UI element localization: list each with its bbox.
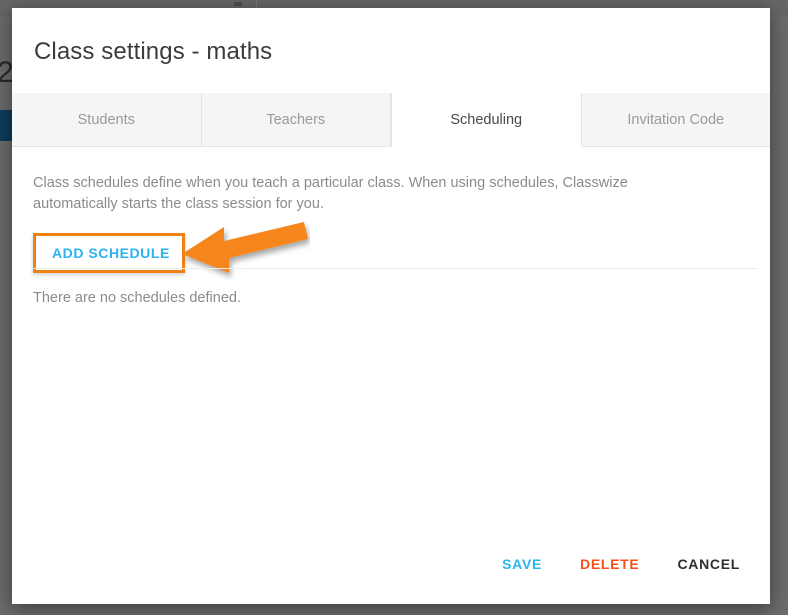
schedules-empty-state: There are no schedules defined. bbox=[33, 290, 241, 306]
cancel-button[interactable]: CANCEL bbox=[675, 552, 742, 576]
background-toolbar-mark bbox=[234, 2, 242, 6]
scheduling-description: Class schedules define when you teach a … bbox=[33, 175, 628, 212]
dialog-footer-actions: SAVE DELETE CANCEL bbox=[500, 552, 742, 576]
tab-students-label: Students bbox=[77, 111, 135, 128]
delete-button[interactable]: DELETE bbox=[578, 552, 641, 576]
add-schedule-button-wrap: ADD SCHEDULE bbox=[36, 236, 186, 271]
annotation-arrow-icon bbox=[180, 219, 310, 285]
add-schedule-button[interactable]: ADD SCHEDULE bbox=[36, 236, 186, 271]
tab-scheduling-label: Scheduling bbox=[450, 111, 523, 128]
tab-teachers[interactable]: Teachers bbox=[201, 93, 391, 147]
content-divider bbox=[33, 268, 757, 269]
page-title: Class settings - maths bbox=[34, 38, 273, 65]
tab-scheduling[interactable]: Scheduling bbox=[391, 93, 582, 147]
tab-teachers-label: Teachers bbox=[266, 111, 326, 128]
class-settings-dialog: Class settings - maths Students Teachers… bbox=[12, 8, 770, 604]
tab-students[interactable]: Students bbox=[12, 93, 202, 147]
tab-invitation-code-label: Invitation Code bbox=[627, 111, 725, 128]
save-button[interactable]: SAVE bbox=[500, 552, 544, 576]
settings-tabs: Students Teachers Scheduling Invitation … bbox=[12, 93, 770, 147]
tab-invitation-code[interactable]: Invitation Code bbox=[581, 93, 770, 147]
